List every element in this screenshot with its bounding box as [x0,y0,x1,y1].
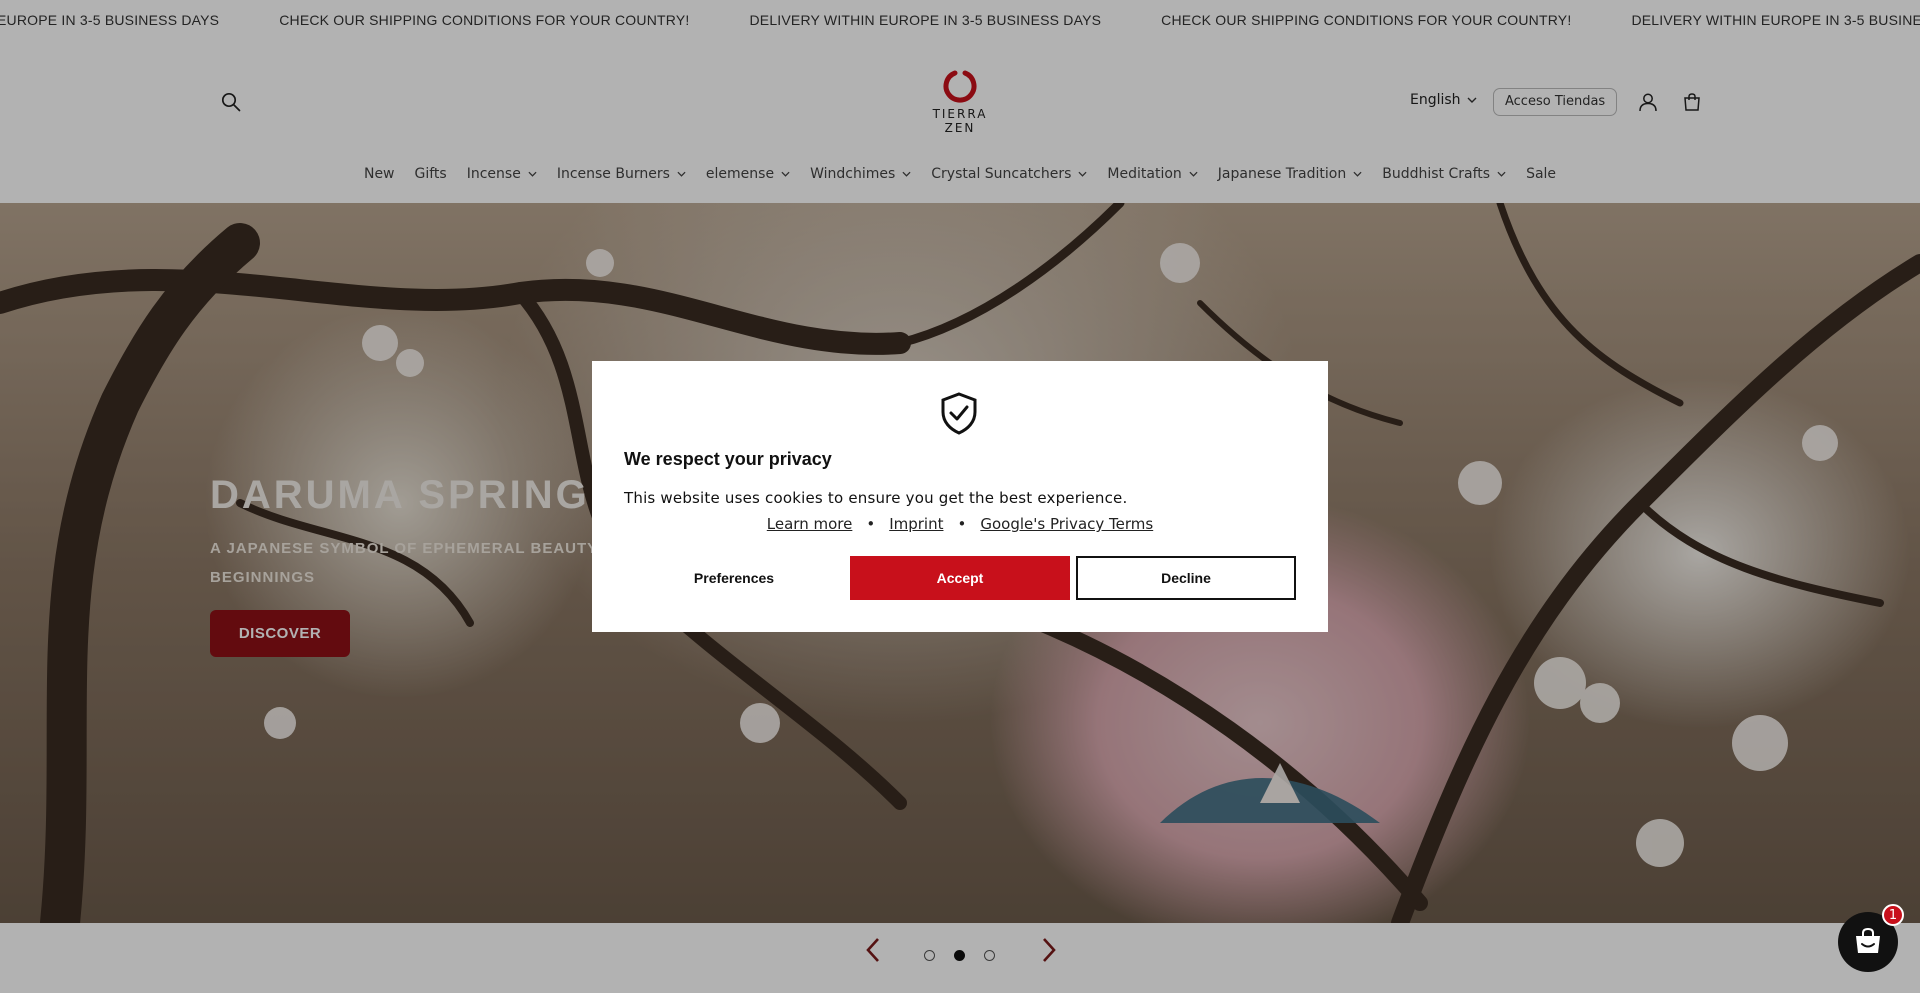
chat-bag-icon [1856,927,1880,953]
cookie-dialog-text: This website uses cookies to ensure you … [624,489,1128,507]
google-privacy-terms-link[interactable]: Google's Privacy Terms [980,515,1153,533]
learn-more-link[interactable]: Learn more [767,515,853,533]
link-separator: • [866,515,876,533]
cookie-dialog-title: We respect your privacy [624,449,832,469]
accept-button[interactable]: Accept [850,556,1070,600]
cookie-dialog-links: Learn more • Imprint • Google's Privacy … [592,515,1328,533]
cookie-consent-dialog: We respect your privacy This website use… [592,361,1328,632]
shield-check-icon [938,391,980,439]
imprint-link[interactable]: Imprint [889,515,943,533]
decline-button[interactable]: Decline [1076,556,1296,600]
link-separator: • [957,515,967,533]
preferences-button[interactable]: Preferences [624,556,844,600]
chat-notification-badge: 1 [1882,904,1904,926]
